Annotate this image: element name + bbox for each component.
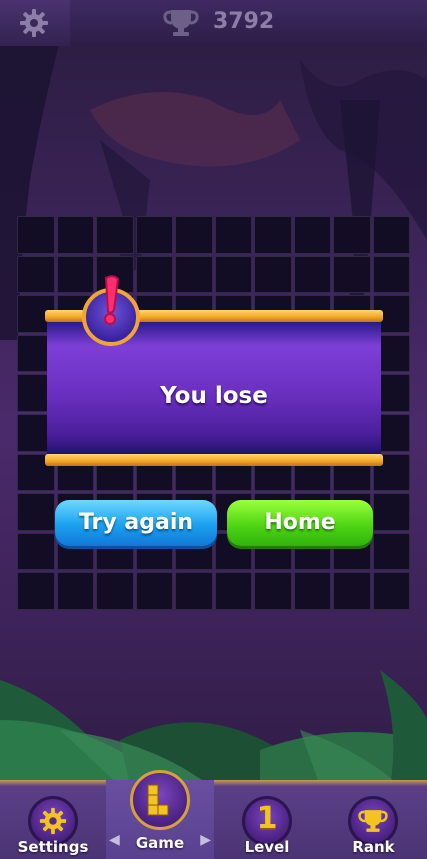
nav-level[interactable]: 1 Level (214, 780, 320, 859)
board-cell[interactable] (293, 216, 331, 254)
settings-button[interactable] (0, 0, 70, 46)
trophy-icon (163, 10, 199, 36)
block-icon (147, 784, 169, 816)
board-cell[interactable] (17, 216, 55, 254)
board-cell[interactable] (372, 532, 410, 571)
board-cell[interactable] (293, 255, 331, 294)
nav-rank-label: Rank (352, 838, 395, 856)
top-bar: 3792 (0, 0, 427, 46)
nav-settings[interactable]: Settings (0, 780, 106, 859)
dialog-title: You lose (160, 383, 268, 409)
board-cell[interactable] (254, 255, 292, 294)
board-cell[interactable] (17, 532, 55, 571)
board-cell[interactable] (17, 255, 55, 294)
gear-icon (20, 9, 48, 37)
board-cell[interactable] (135, 572, 173, 610)
board-cell[interactable] (17, 572, 55, 610)
board-cell[interactable] (175, 572, 213, 610)
trophy-icon (358, 810, 388, 832)
board-cell[interactable] (135, 255, 173, 294)
board-cell[interactable] (214, 255, 252, 294)
board-cell[interactable] (372, 255, 410, 294)
board-cell[interactable] (96, 572, 134, 610)
board-cell[interactable] (372, 216, 410, 254)
board-cell[interactable] (333, 216, 371, 254)
dialog-bottom-border (45, 454, 383, 466)
level-icon: 1 (256, 801, 278, 836)
board-cell[interactable] (56, 216, 94, 254)
board-cell[interactable] (333, 572, 371, 610)
home-button[interactable]: Home (227, 500, 373, 546)
board-cell[interactable] (175, 255, 213, 294)
bottom-nav: Settings ◀ ▶ Game 1 Level Rank (0, 770, 427, 859)
board-cell[interactable] (214, 216, 252, 254)
gear-icon (39, 807, 67, 835)
exclamation-icon (104, 275, 120, 325)
board-cell[interactable] (96, 216, 134, 254)
score-value: 3792 (213, 9, 275, 34)
board-cell[interactable] (372, 572, 410, 610)
nav-settings-label: Settings (17, 838, 89, 856)
lose-dialog: You lose (45, 275, 383, 467)
foliage-decoration (0, 670, 427, 786)
nav-game[interactable]: ◀ ▶ Game (106, 770, 214, 859)
try-again-button[interactable]: Try again (55, 500, 217, 546)
board-cell[interactable] (135, 216, 173, 254)
nav-game-label: Game (135, 834, 185, 852)
board-cell[interactable] (254, 572, 292, 610)
alert-badge (82, 275, 140, 346)
board-cell[interactable] (254, 216, 292, 254)
board-cell[interactable] (17, 493, 55, 531)
board-cell[interactable] (372, 493, 410, 531)
nav-level-label: Level (244, 838, 290, 856)
board-cell[interactable] (333, 255, 371, 294)
nav-rank[interactable]: Rank (320, 780, 427, 859)
board-cell[interactable] (293, 572, 331, 610)
nav-game-badge (130, 770, 190, 830)
board-cell[interactable] (56, 572, 94, 610)
board-cell[interactable] (214, 572, 252, 610)
board-cell[interactable] (175, 216, 213, 254)
